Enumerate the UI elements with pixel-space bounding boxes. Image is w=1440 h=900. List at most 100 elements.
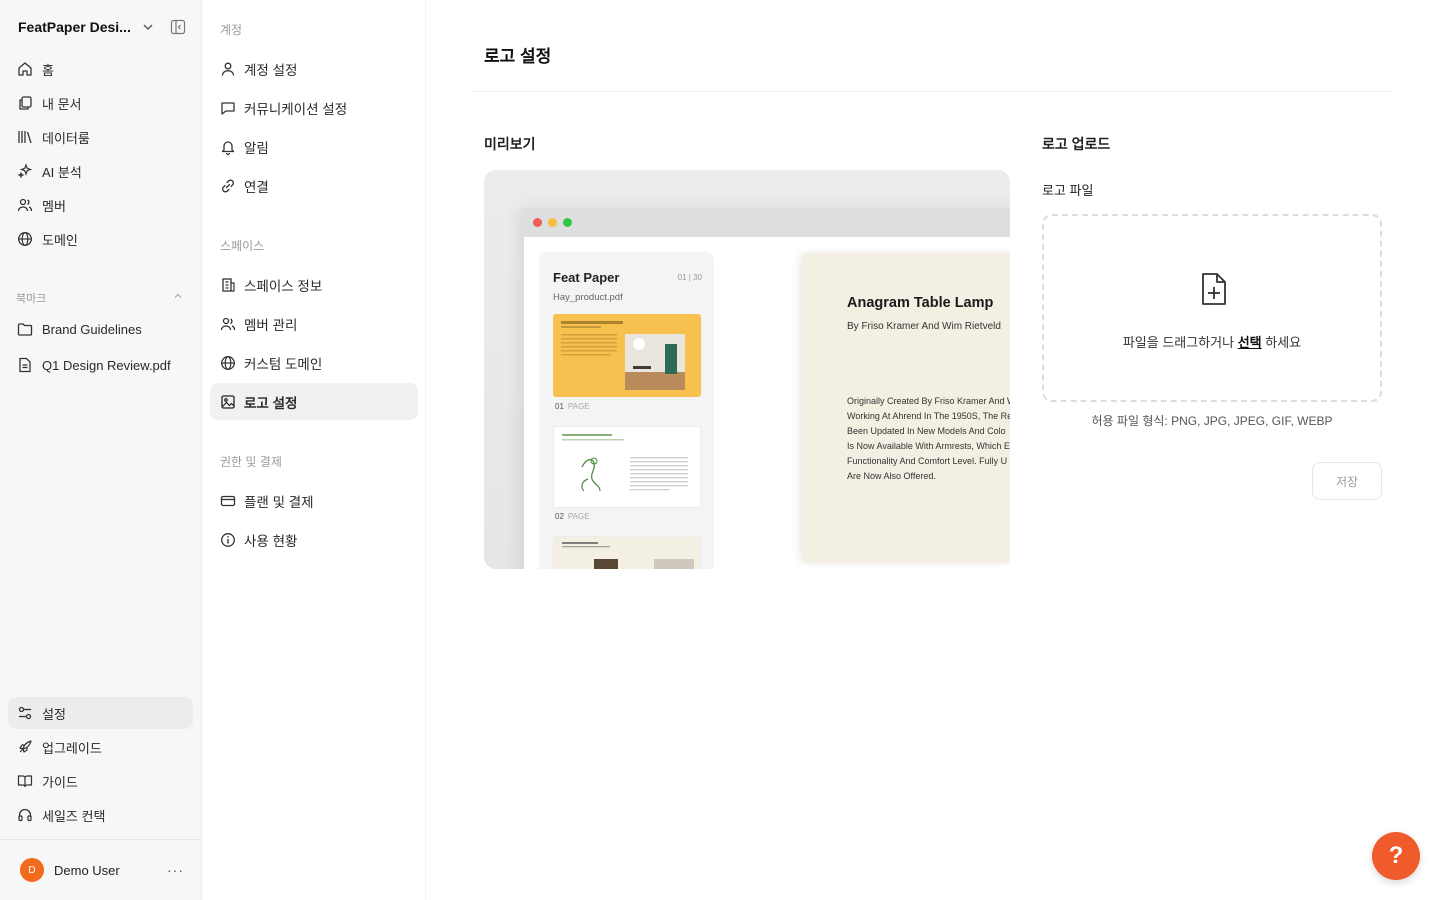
sidebar-item-ai-analysis[interactable]: AI 분석 [8, 155, 193, 187]
sidebar-item-upgrade[interactable]: 업그레이드 [8, 731, 193, 763]
credit-card-icon [220, 493, 236, 509]
link-icon [220, 178, 236, 194]
bookmark-item-brand-guidelines[interactable]: Brand Guidelines [8, 313, 193, 345]
title-divider [474, 91, 1392, 92]
sidebar-item-settings[interactable]: 설정 [8, 697, 193, 729]
subnav-item-label: 로고 설정 [244, 395, 298, 411]
sidebar-item-members[interactable]: 멤버 [8, 189, 193, 221]
globe-icon [220, 355, 236, 371]
subnav-heading-billing: 권한 및 결제 [220, 455, 282, 469]
sidebar-item-sales-contact[interactable]: 세일즈 컨택 [8, 799, 193, 831]
sidebar: FeatPaper Desi... 홈 내 문서 데이터룸 AI 분석 멤버 도… [0, 0, 202, 900]
subnav-item-usage[interactable]: 사용 현황 [210, 521, 418, 558]
sidebar-item-label: 세일즈 컨택 [42, 808, 106, 824]
sidebar-item-guide[interactable]: 가이드 [8, 765, 193, 797]
image-icon [220, 394, 236, 410]
subnav-item-label: 스페이스 정보 [244, 278, 323, 294]
dropzone-instructions: 파일을 드래그하거나 선택 하세요 [1122, 335, 1302, 350]
subnav-item-label: 사용 현황 [244, 533, 298, 549]
thumbnail-label: 01 PAGE [555, 402, 590, 411]
save-button[interactable]: 저장 [1312, 462, 1382, 500]
thumbnail-label: 02 PAGE [555, 512, 590, 521]
bookmark-label: Brand Guidelines [42, 321, 142, 337]
preview-browser-window: Feat Paper 01 | 30 Hay_product.pdf 01 PA… [524, 208, 1010, 569]
sidebar-item-label: 멤버 [42, 198, 66, 214]
sidebar-item-home[interactable]: 홈 [8, 53, 193, 85]
allowed-formats-text: 허용 파일 형식: PNG, JPG, JPEG, GIF, WEBP [1091, 414, 1333, 428]
preview-document-page: Anagram Table Lamp By Friso Kramer And W… [802, 253, 1010, 563]
subnav-item-notifications[interactable]: 알림 [210, 128, 418, 165]
sidebar-divider [0, 839, 202, 840]
maximize-dot-icon [563, 218, 572, 227]
subnav-item-label: 계정 설정 [244, 62, 298, 78]
logo-preview: Feat Paper 01 | 30 Hay_product.pdf 01 PA… [484, 170, 1010, 569]
upload-heading: 로고 업로드 [1042, 136, 1111, 152]
more-horizontal-icon[interactable]: ··· [167, 862, 184, 878]
sparkles-icon [17, 163, 33, 179]
page-thumbnail [553, 314, 701, 397]
folder-icon [17, 321, 33, 337]
rocket-icon [17, 739, 33, 755]
user-name: Demo User [54, 862, 120, 878]
sidebar-item-dataroom[interactable]: 데이터룸 [8, 121, 193, 153]
book-open-icon [17, 773, 33, 789]
subnav-item-space-info[interactable]: 스페이스 정보 [210, 266, 418, 303]
sidebar-toggle-icon[interactable] [170, 19, 186, 35]
sidebar-item-label: 홈 [42, 62, 54, 78]
headset-icon [17, 807, 33, 823]
file-text-icon [17, 357, 33, 373]
page-title: 로고 설정 [484, 47, 552, 66]
browser-title-bar [524, 208, 1010, 237]
page-thumbnail [553, 426, 701, 508]
sidebar-item-my-docs[interactable]: 내 문서 [8, 87, 193, 119]
user-menu[interactable]: D Demo User ··· [20, 858, 190, 882]
sidebar-item-label: AI 분석 [42, 164, 82, 180]
preview-heading: 미리보기 [484, 136, 536, 152]
chevron-up-icon[interactable] [172, 290, 184, 302]
bookmark-item-q1-review[interactable]: Q1 Design Review.pdf [8, 349, 193, 381]
preview-brand-logo: Feat Paper [553, 270, 620, 285]
subnav-item-communication[interactable]: 커뮤니케이션 설정 [210, 89, 418, 126]
avatar: D [20, 858, 44, 882]
subnav-item-label: 커뮤니케이션 설정 [244, 101, 348, 117]
sidebar-item-label: 가이드 [42, 774, 78, 790]
help-button[interactable]: ? [1372, 832, 1420, 880]
workspace-switcher[interactable]: FeatPaper Desi... [18, 16, 190, 38]
users-icon [220, 316, 236, 332]
building-icon [220, 277, 236, 293]
select-file-link[interactable]: 선택 [1238, 335, 1262, 350]
users-icon [17, 197, 33, 213]
settings-subnav: 계정 계정 설정 커뮤니케이션 설정 알림 연결 스페이스 스페이스 정보 멤버… [202, 0, 426, 900]
library-icon [17, 129, 33, 145]
home-icon [17, 61, 33, 77]
settings-sliders-icon [17, 705, 33, 721]
logo-dropzone[interactable]: 파일을 드래그하거나 선택 하세요 [1042, 214, 1382, 402]
subnav-heading-account: 계정 [220, 23, 243, 37]
subnav-heading-space: 스페이스 [220, 239, 265, 253]
sidebar-item-domain[interactable]: 도메인 [8, 223, 193, 255]
file-plus-icon [1202, 273, 1226, 305]
subnav-item-custom-domain[interactable]: 커스텀 도메인 [210, 344, 418, 381]
globe-icon [17, 231, 33, 247]
sidebar-item-label: 업그레이드 [42, 740, 102, 756]
bookmarks-heading: 북마크 [16, 293, 47, 305]
close-dot-icon [533, 218, 542, 227]
preview-page-count: 01 | 30 [677, 273, 702, 282]
document-title: Anagram Table Lamp [847, 295, 994, 311]
message-square-icon [220, 100, 236, 116]
subnav-item-label: 플랜 및 결제 [244, 494, 314, 510]
preview-file-name: Hay_product.pdf [553, 292, 623, 303]
subnav-item-account-settings[interactable]: 계정 설정 [210, 50, 418, 87]
workspace-name: FeatPaper Desi... [18, 19, 131, 35]
subnav-item-plan-billing[interactable]: 플랜 및 결제 [210, 482, 418, 519]
subnav-item-label: 커스텀 도메인 [244, 356, 323, 372]
subnav-item-logo-settings[interactable]: 로고 설정 [210, 383, 418, 420]
sidebar-item-label: 설정 [42, 706, 66, 722]
subnav-item-label: 멤버 관리 [244, 317, 298, 333]
subnav-item-member-management[interactable]: 멤버 관리 [210, 305, 418, 342]
info-icon [220, 532, 236, 548]
minimize-dot-icon [548, 218, 557, 227]
subnav-item-connections[interactable]: 연결 [210, 167, 418, 204]
logo-file-label: 로고 파일 [1042, 183, 1094, 198]
bell-icon [220, 139, 236, 155]
